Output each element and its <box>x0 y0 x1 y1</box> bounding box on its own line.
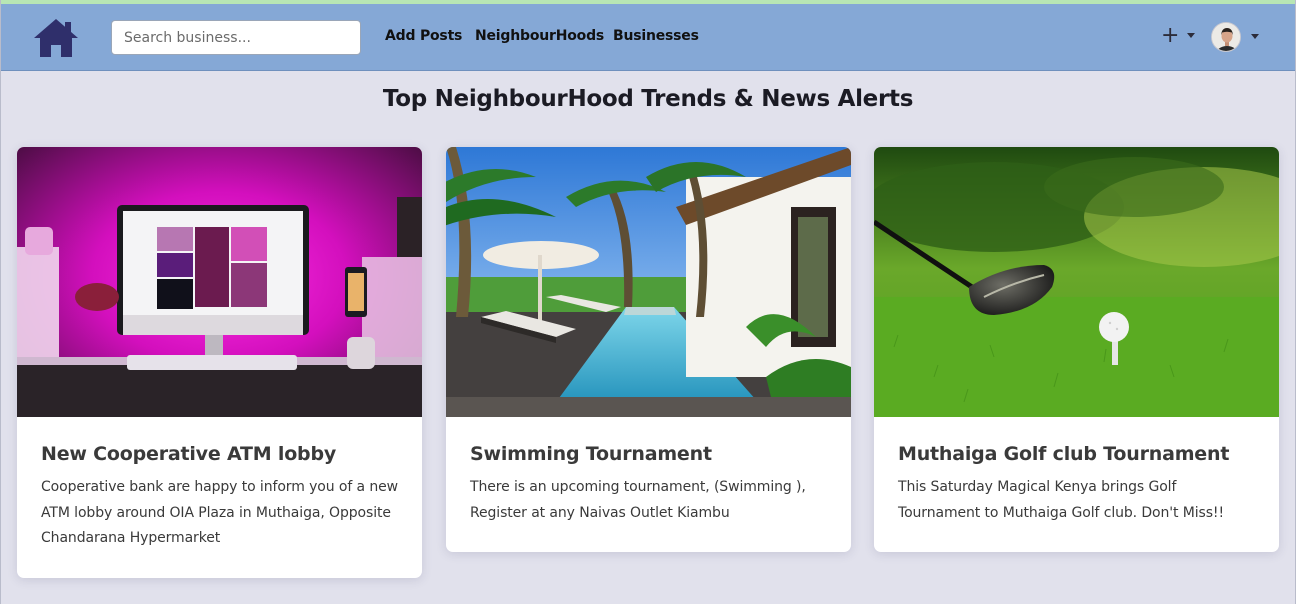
card-text: There is an upcoming tournament, (Swimmi… <box>470 479 806 521</box>
home-icon <box>34 19 78 57</box>
news-card[interactable]: New Cooperative ATM lobby Cooperative ba… <box>17 147 422 578</box>
card-text: This Saturday Magical Kenya brings Golf … <box>898 479 1224 521</box>
avatar <box>1211 22 1241 52</box>
nav-link-neighbourhoods[interactable]: NeighbourHoods <box>475 28 604 44</box>
home-button[interactable] <box>31 16 81 60</box>
user-dropdown[interactable] <box>1211 22 1263 56</box>
card-text: Cooperative bank are happy to inform you… <box>41 479 398 546</box>
page-title: Top NeighbourHood Trends & News Alerts <box>382 86 914 112</box>
golf-club-ball-tee-image <box>874 147 1279 417</box>
nav-link-add-posts[interactable]: Add Posts <box>385 28 462 44</box>
plus-dropdown[interactable]: + <box>1161 22 1199 52</box>
card-title: Muthaiga Golf club Tournament <box>898 443 1230 465</box>
resort-pool-palm-trees-image <box>446 147 851 417</box>
desk-computer-pink-light-image <box>17 147 422 417</box>
navbar: Add Posts NeighbourHoods Businesses + <box>1 4 1295 71</box>
news-card[interactable]: Muthaiga Golf club Tournament This Satur… <box>874 147 1279 552</box>
chevron-down-icon <box>1187 33 1195 38</box>
chevron-down-icon <box>1251 34 1259 39</box>
nav-link-businesses[interactable]: Businesses <box>613 28 699 44</box>
news-card[interactable]: Swimming Tournament There is an upcoming… <box>446 147 851 552</box>
card-title: Swimming Tournament <box>470 443 712 465</box>
search-input[interactable] <box>111 20 361 55</box>
plus-icon: + <box>1161 23 1180 48</box>
card-title: New Cooperative ATM lobby <box>41 443 337 465</box>
